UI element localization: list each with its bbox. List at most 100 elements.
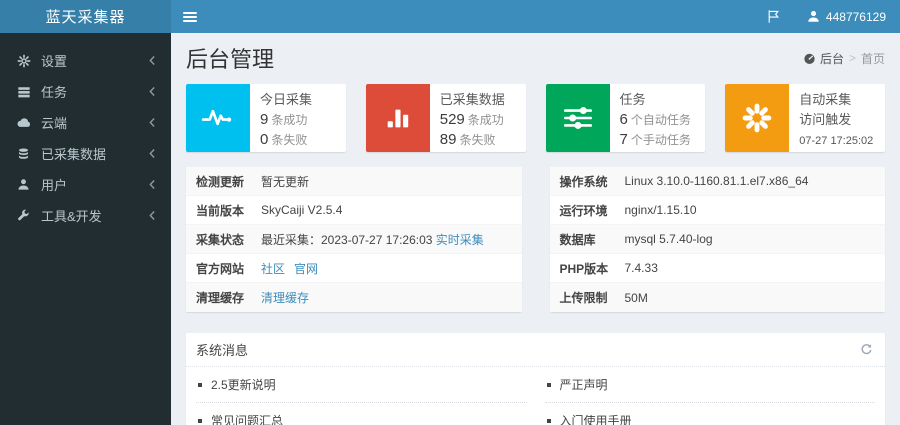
status-text: SkyCaiji V2.5.4 [261, 203, 343, 217]
official-site-link[interactable]: 官网 [294, 262, 318, 276]
message-item[interactable]: 2.5更新说明 [196, 367, 527, 402]
message-item-label: 入门使用手册 [559, 414, 632, 425]
status-label: 官方网站 [196, 261, 245, 276]
tasks-icon [16, 85, 31, 99]
status-row: 当前版本 SkyCaiji V2.5.4 [186, 196, 522, 225]
top-navbar: 蓝天采集器 448776129 [0, 0, 900, 33]
status-row: 数据库 mysql 5.7.40-log [549, 225, 885, 254]
message-item[interactable]: 入门使用手册 [544, 402, 875, 425]
stat-value: 7 [619, 131, 628, 148]
system-messages-title: 系统消息 [196, 343, 249, 358]
status-row: 官方网站 社区 官网 [186, 254, 522, 283]
gear-icon [16, 54, 31, 68]
stat-value: 0 [260, 131, 269, 148]
sidebar-item-collected-data[interactable]: 已采集数据 [0, 138, 171, 169]
realtime-collect-link[interactable]: 实时采集 [436, 233, 484, 247]
angle-left-icon [148, 179, 157, 190]
stat-value: 89 [439, 131, 457, 148]
sidebar-item-label: 已采集数据 [41, 147, 107, 162]
sidebar-item-label: 用户 [41, 178, 68, 193]
status-label: 运行环境 [559, 203, 608, 218]
status-value: 7.4.33 [625, 261, 886, 275]
user-menu[interactable]: 448776129 [807, 10, 886, 24]
navbar: 448776129 [171, 0, 900, 33]
hamburger-icon [183, 11, 197, 14]
status-value: 暂无更新 [261, 173, 522, 190]
breadcrumb-current: 首页 [860, 51, 885, 66]
dashboard-icon [803, 52, 816, 65]
page-title: 后台管理 [186, 47, 275, 72]
status-text: mysql 5.7.40-log [624, 232, 713, 246]
info-box-content: 已采集数据 529 条成功 89 条失败 [430, 84, 513, 152]
refresh-button[interactable] [860, 343, 873, 356]
bullet-icon [198, 382, 202, 387]
info-box-stat: 7 个手动任务 [620, 130, 691, 150]
username: 448776129 [825, 9, 886, 24]
sidebar-item-tools-dev[interactable]: 工具&开发 [0, 200, 171, 231]
clear-cache-link[interactable]: 清理缓存 [261, 291, 309, 305]
angle-left-icon [148, 210, 157, 221]
info-box-stat: 9 条成功 [260, 110, 312, 130]
info-box-content: 今日采集 9 条成功 0 条失败 [250, 84, 320, 152]
status-label: 数据库 [559, 232, 596, 247]
sidebar-toggle-button[interactable] [171, 0, 209, 33]
stat-unit: 个手动任务 [630, 133, 691, 147]
status-row: 清理缓存 清理缓存 [186, 283, 522, 312]
info-box-stat: 6 个自动任务 [620, 110, 691, 130]
message-item[interactable]: 常见问题汇总 [196, 402, 527, 425]
sidebar-item-cloud[interactable]: 云端 [0, 107, 171, 138]
angle-left-icon [148, 148, 157, 159]
wrench-icon [16, 209, 31, 222]
sidebar-item-label: 设置 [41, 54, 68, 69]
person-icon [807, 10, 820, 23]
status-table-left: 检测更新 暂无更新当前版本 SkyCaiji V2.5.4 采集状态 最近采集：2023… [186, 167, 522, 312]
stat-value: 6 [619, 111, 628, 128]
sidebar-item-users[interactable]: 用户 [0, 169, 171, 200]
info-box-stat: 529 条成功 [440, 110, 505, 130]
info-box-subtitle: 访问触发 [799, 112, 852, 127]
stat-unit: 个自动任务 [630, 113, 691, 127]
status-text: 最近采集：2023-07-27 17:26:03 [261, 232, 436, 247]
message-item-label: 常见问题汇总 [211, 414, 284, 425]
stat-unit: 条失败 [459, 133, 496, 147]
status-row: 检测更新 暂无更新 [186, 167, 522, 196]
message-item[interactable]: 严正声明 [545, 367, 876, 402]
database-icon [16, 147, 31, 161]
status-value: 最近采集：2023-07-27 17:26:03 实时采集 [261, 231, 522, 248]
hamburger-icon [183, 19, 197, 22]
hamburger-icon [183, 15, 197, 18]
stat-value: 9 [260, 111, 269, 128]
info-box-row: 今日采集 9 条成功 0 条失败 已采集数据 529 条成功 89 条失败 任务 6 个自动任务 7 个手动… [186, 84, 885, 152]
stat-value: 529 [439, 111, 465, 128]
main-content: 后台管理 后台 > 首页 今日采集 9 条成功 0 条失败 已采集数据 529 条成功 89 条失… [171, 33, 900, 425]
info-box-today-collect: 今日采集 9 条成功 0 条失败 [186, 84, 346, 152]
pulse-icon [186, 84, 250, 152]
breadcrumb: 后台 > 首页 [803, 50, 885, 67]
status-value: Linux 3.10.0-1160.81.1.el7.x86_64 [625, 174, 886, 188]
status-label: 采集状态 [196, 232, 245, 247]
status-label: 检测更新 [196, 174, 245, 189]
asterisk-icon [725, 84, 790, 152]
status-value: SkyCaiji V2.5.4 [261, 203, 522, 217]
community-link[interactable]: 社区 [261, 262, 285, 276]
navbar-right: 448776129 [766, 9, 900, 24]
status-text: 7.4.33 [624, 261, 658, 275]
sidebar-item-tasks[interactable]: 任务 [0, 76, 171, 107]
app-logo[interactable]: 蓝天采集器 [0, 0, 171, 33]
status-tables: 检测更新 暂无更新当前版本 SkyCaiji V2.5.4 采集状态 最近采集：2023… [186, 167, 885, 312]
system-messages-header: 系统消息 [186, 333, 885, 367]
status-value: 社区 官网 [261, 260, 522, 277]
info-box-title: 自动采集 [799, 92, 852, 107]
flag-menu-button[interactable] [766, 9, 781, 24]
status-label: 当前版本 [196, 203, 245, 218]
sidebar-item-settings[interactable]: 设置 [0, 45, 171, 76]
sidebar-item-label: 云端 [41, 116, 68, 131]
info-box-stat: 89 条失败 [440, 130, 505, 150]
message-item-label: 2.5更新说明 [211, 378, 276, 392]
info-box-time: 07-27 17:25:02 [799, 135, 874, 147]
status-value: 50M [625, 291, 886, 305]
breadcrumb-home-link[interactable]: 后台 [803, 50, 844, 67]
angle-left-icon [148, 117, 157, 128]
status-text: Linux 3.10.0-1160.81.1.el7.x86_64 [624, 174, 809, 188]
cloud-icon [16, 115, 31, 130]
